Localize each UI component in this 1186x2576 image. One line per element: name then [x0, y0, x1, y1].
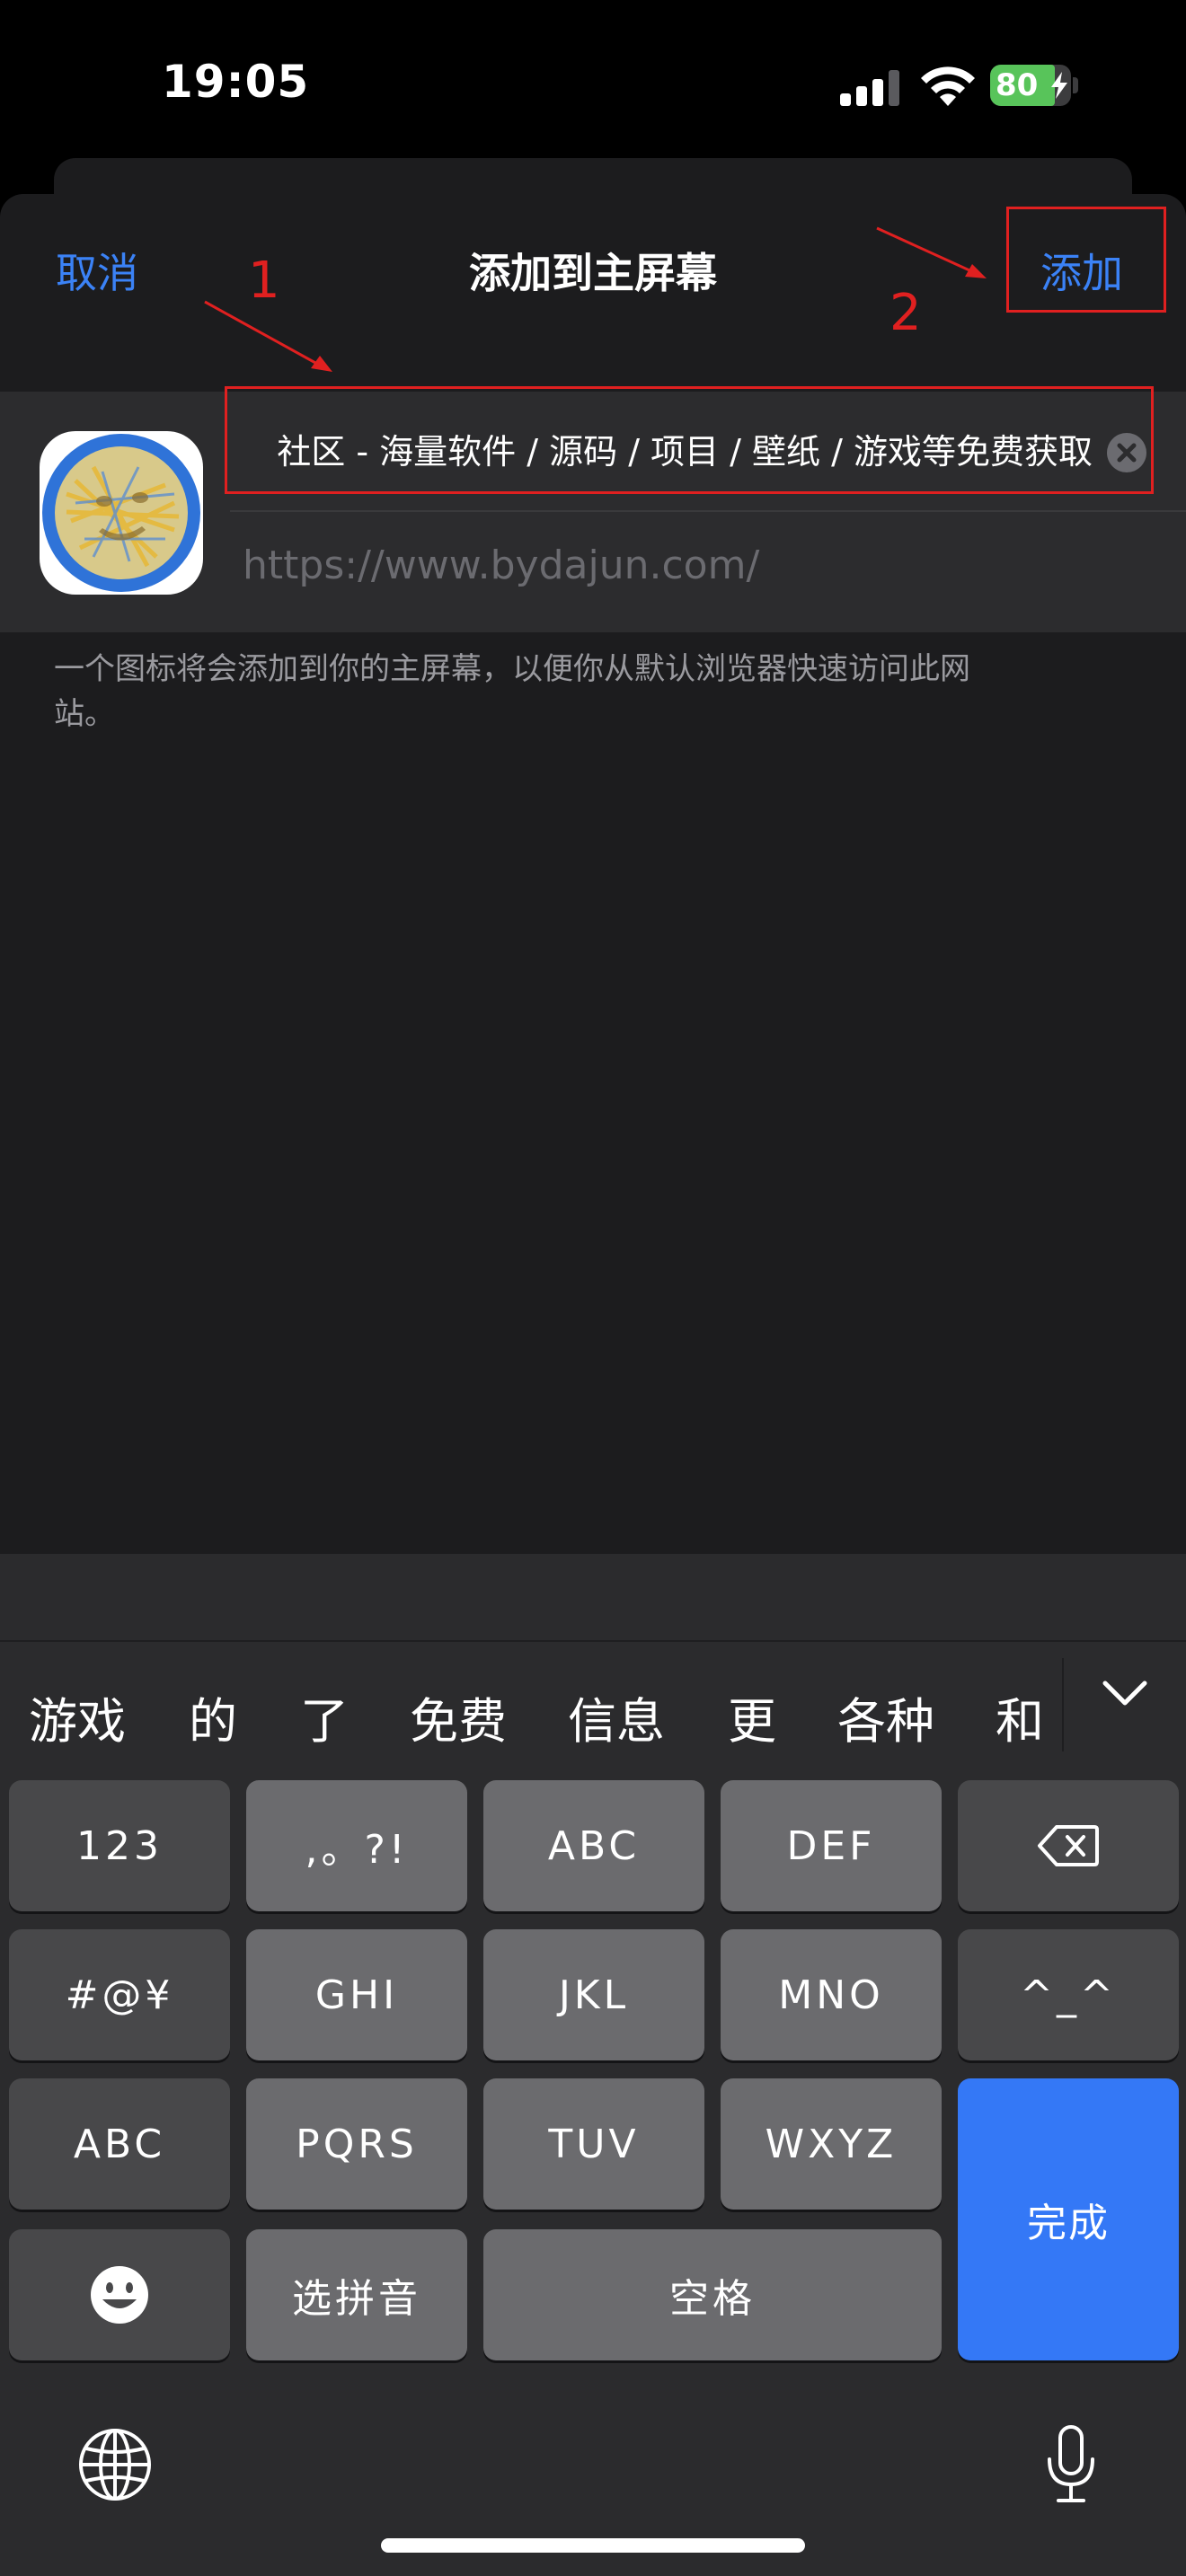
key-abc[interactable]: ABC [483, 1780, 704, 1911]
key-emoticon[interactable]: ^_^ [958, 1929, 1179, 2060]
chevron-down-icon[interactable] [1100, 1676, 1150, 1712]
annotation-number-1: 1 [248, 251, 280, 310]
wifi-icon [921, 66, 975, 106]
candidate-7[interactable]: 各种 [837, 1681, 934, 1752]
candidate-3[interactable]: 了 [300, 1681, 349, 1752]
key-pqrs[interactable]: PQRS [246, 2078, 467, 2210]
microphone-icon[interactable] [1042, 2423, 1100, 2506]
cellular-signal-icon [840, 70, 899, 106]
candidate-5[interactable]: 信息 [568, 1681, 665, 1752]
key-mno[interactable]: MNO [721, 1929, 942, 2060]
key-symbols[interactable]: #@¥ [9, 1929, 230, 2060]
globe-icon[interactable] [77, 2427, 153, 2502]
key-tuv[interactable]: TUV [483, 2078, 704, 2210]
charging-bolt-icon [1051, 72, 1067, 99]
cancel-button[interactable]: 取消 [56, 241, 138, 300]
delete-backspace-icon [1038, 1825, 1099, 1866]
candidate-1[interactable]: 游戏 [29, 1681, 126, 1752]
delete-key[interactable] [958, 1780, 1179, 1911]
key-123[interactable]: 123 [9, 1780, 230, 1911]
emoji-icon [91, 2266, 148, 2324]
battery-icon: 80 [990, 65, 1071, 106]
site-logo-icon [42, 434, 200, 592]
url-field: https://www.bydajun.com/ [243, 543, 760, 588]
annotation-box-title [225, 386, 1154, 494]
form-divider [230, 510, 1186, 512]
candidate-divider [1062, 1658, 1064, 1751]
key-select-pinyin[interactable]: 选拼音 [246, 2229, 467, 2360]
candidate-6[interactable]: 更 [728, 1681, 776, 1752]
battery-nub [1073, 77, 1078, 93]
candidate-4[interactable]: 免费 [410, 1681, 507, 1752]
key-wxyz[interactable]: WXYZ [721, 2078, 942, 2210]
done-button[interactable]: 完成 [958, 2078, 1179, 2360]
annotation-number-2: 2 [890, 284, 922, 342]
site-icon [40, 431, 203, 595]
key-jkl[interactable]: JKL [483, 1929, 704, 2060]
home-indicator[interactable] [381, 2538, 805, 2553]
candidate-2[interactable]: 的 [189, 1681, 237, 1752]
screen: 19:05 80 添加到主屏幕 取消 添加 社区 - 海量软件 / 源码 / 项… [0, 0, 1186, 2576]
annotation-box-add [1006, 207, 1166, 313]
keyboard-top-divider [0, 1640, 1186, 1642]
key-abc-switch[interactable]: ABC [9, 2078, 230, 2210]
status-time: 19:05 [162, 56, 310, 108]
key-ghi[interactable]: GHI [246, 1929, 467, 2060]
hint-text: 一个图标将会添加到你的主屏幕，以便你从默认浏览器快速访问此网站。 [54, 651, 970, 732]
emoji-key[interactable] [9, 2229, 230, 2360]
key-def[interactable]: DEF [721, 1780, 942, 1911]
candidate-8[interactable]: 和 [996, 1681, 1044, 1752]
space-key[interactable]: 空格 [483, 2229, 942, 2360]
key-punctuation[interactable]: ,。?! [246, 1780, 467, 1911]
